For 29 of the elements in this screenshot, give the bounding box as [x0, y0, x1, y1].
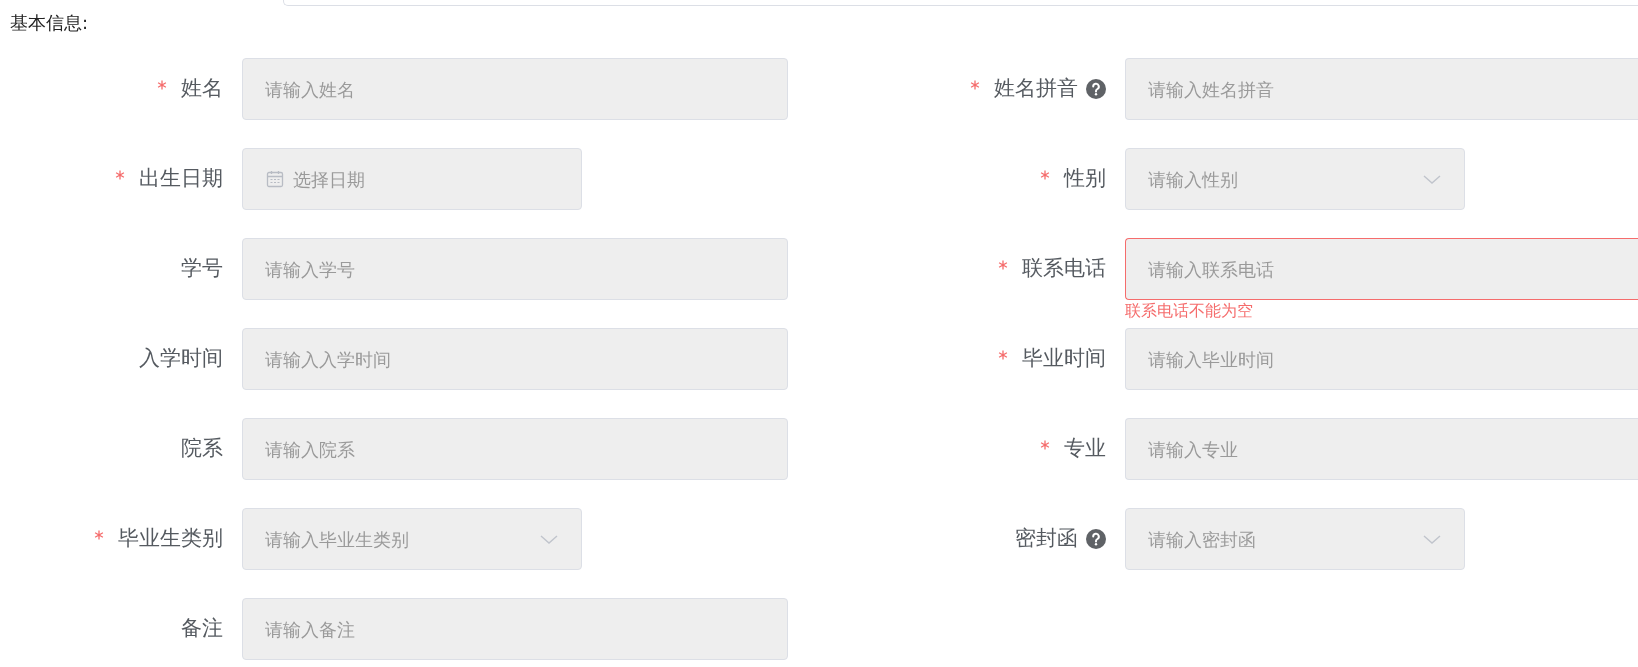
field-label: 性别	[1064, 165, 1106, 193]
field-label: 密封函	[1015, 525, 1078, 553]
field-label: 院系	[181, 435, 223, 463]
section-title: 基本信息:	[10, 12, 90, 34]
field-label: 备注	[181, 615, 223, 643]
input-field[interactable]: 请输入备注	[242, 598, 788, 660]
input-field[interactable]: 请输入毕业时间	[1125, 328, 1638, 390]
select-field[interactable]: 请输入毕业生类别	[242, 508, 582, 570]
field-label: 学号	[181, 255, 223, 283]
date-field[interactable]: 选择日期	[242, 148, 582, 210]
field-label: 出生日期	[139, 165, 223, 193]
field-label: 毕业生类别	[118, 525, 223, 553]
field-label: 姓名	[181, 75, 223, 103]
input-field[interactable]: 请输入姓名	[242, 58, 788, 120]
error-message: 联系电话不能为空	[1125, 301, 1253, 321]
field-label: 专业	[1064, 435, 1106, 463]
select-field[interactable]: 请输入性别	[1125, 148, 1465, 210]
input-field[interactable]: 请输入姓名拼音	[1125, 58, 1638, 120]
input-field[interactable]: 请输入入学时间	[242, 328, 788, 390]
select-field[interactable]: 请输入密封函	[1125, 508, 1465, 570]
field-label: 毕业时间	[1022, 345, 1106, 373]
input-field[interactable]: 请输入院系	[242, 418, 788, 480]
input-field[interactable]: 请输入学号	[242, 238, 788, 300]
field-label: 联系电话	[1022, 255, 1106, 283]
field-label: 入学时间	[139, 345, 223, 373]
input-field[interactable]: 请输入专业	[1125, 418, 1638, 480]
input-field[interactable]: 请输入联系电话	[1125, 238, 1638, 300]
field-label: 姓名拼音	[994, 75, 1078, 103]
calendar-icon	[265, 169, 285, 189]
